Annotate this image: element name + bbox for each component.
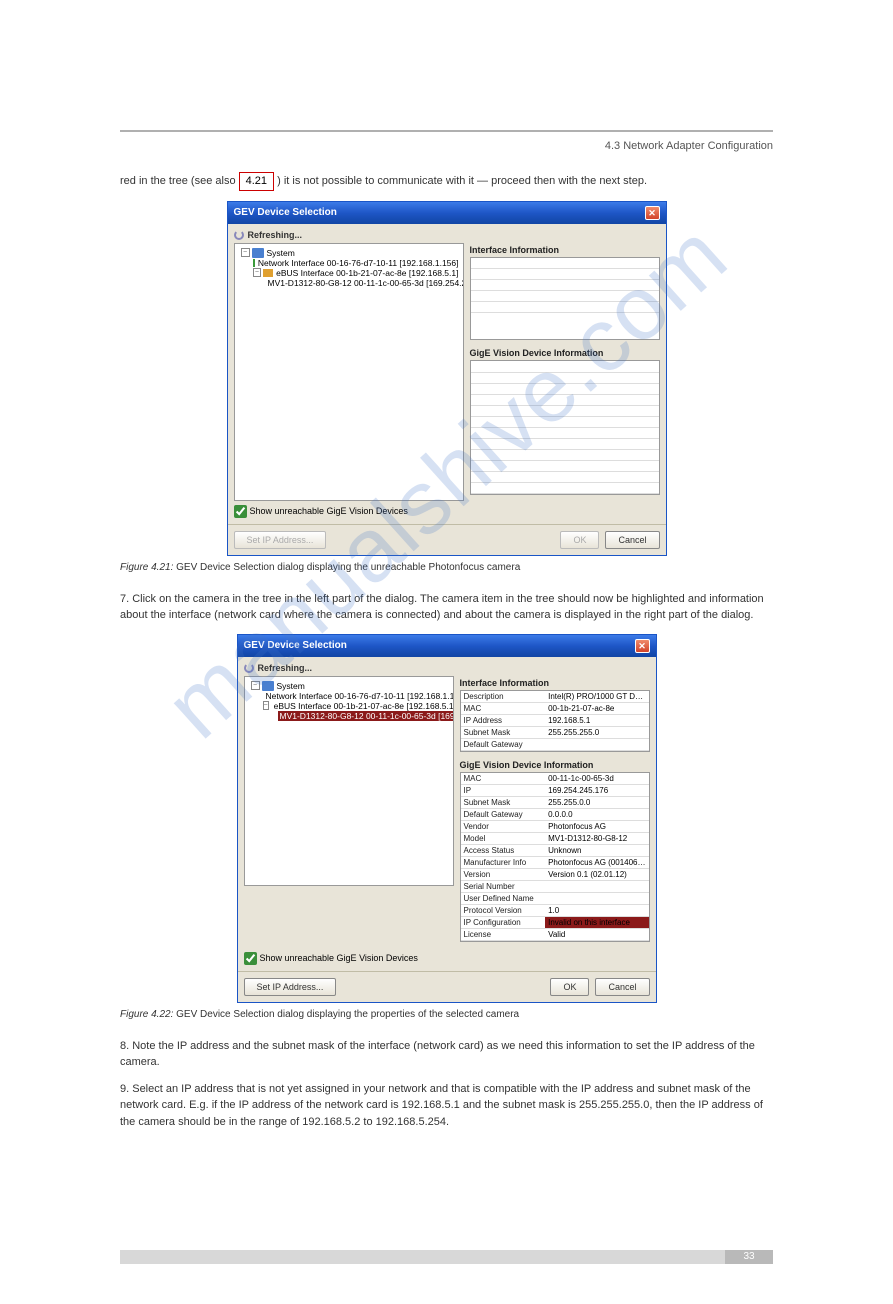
page-number: 33 (725, 1250, 773, 1264)
refreshing-label: Refreshing... (258, 663, 313, 673)
iface-mac: 00-1b-21-07-ac-8e (545, 702, 648, 714)
close-icon[interactable]: ✕ (645, 206, 660, 220)
spinner-icon (244, 663, 254, 673)
gev-dialog-1: GEV Device Selection ✕ Refreshing... − Sy… (227, 201, 667, 556)
dev-protocol: 1.0 (545, 904, 648, 916)
cancel-button[interactable]: Cancel (595, 978, 649, 996)
dev-gateway: 0.0.0.0 (545, 808, 648, 820)
top-rule (120, 130, 773, 132)
show-unreachable-checkbox[interactable] (244, 952, 257, 965)
figure-reference-box: 4.21 (239, 172, 274, 191)
titlebar: GEV Device Selection ✕ (228, 202, 666, 224)
interface-info-header: Interface Information (460, 676, 650, 690)
dev-license: Valid (545, 928, 648, 940)
dev-mac: 00-11-1c-00-65-3d (545, 773, 648, 785)
intro-prefix: red in the tree (see also (120, 175, 239, 187)
system-icon (262, 681, 274, 691)
tree-camera-selected[interactable]: MV1-D1312-80-G8-12 00-11-1c-00-65-3d [16… (278, 711, 454, 721)
tree-system[interactable]: System (277, 681, 305, 691)
refreshing-label: Refreshing... (234, 230, 660, 240)
figure-caption-2: Figure 4.22: GEV Device Selection dialog… (120, 1009, 773, 1020)
dev-access: Unknown (545, 844, 648, 856)
dev-mfr: Photonfocus AG (00140622) (545, 856, 648, 868)
tree-camera[interactable]: MV1-D1312-80-G8-12 00-11-1c-00-65-3d [16… (268, 278, 464, 288)
show-unreachable-label: Show unreachable GigE Vision Devices (250, 506, 408, 516)
dev-version: Version 0.1 (02.01.12) (545, 868, 648, 880)
iface-ip: 192.168.5.1 (545, 714, 648, 726)
close-icon[interactable]: ✕ (635, 639, 650, 653)
tree-nic[interactable]: Network Interface 00-16-76-d7-10-11 [192… (258, 258, 459, 268)
show-unreachable-label: Show unreachable GigE Vision Devices (260, 953, 418, 963)
tree-ebus[interactable]: eBUS Interface 00-1b-21-07-ac-8e [192.16… (274, 701, 454, 711)
device-tree[interactable]: − System Network Interface 00-16-76-d7-10… (244, 676, 454, 886)
spinner-icon (234, 230, 244, 240)
device-info-table: MAC00-11-1c-00-65-3d IP169.254.245.176 S… (461, 773, 649, 941)
tree-ebus[interactable]: eBUS Interface 00-1b-21-07-ac-8e [192.16… (276, 268, 458, 278)
dev-vendor: Photonfocus AG (545, 820, 648, 832)
collapse-icon[interactable]: − (241, 248, 250, 257)
set-ip-button[interactable]: Set IP Address... (244, 978, 337, 996)
interface-info-header: Interface Information (470, 243, 660, 257)
dev-subnet: 255.255.0.0 (545, 796, 648, 808)
show-unreachable-checkbox[interactable] (234, 505, 247, 518)
intro-suffix: ) it is not possible to communicate with… (277, 175, 647, 187)
device-info-box: MAC00-11-1c-00-65-3d IP169.254.245.176 S… (460, 772, 650, 942)
intro-paragraph: red in the tree (see also 4.21 ) it is n… (120, 172, 773, 191)
system-icon (252, 248, 264, 258)
dev-ip: 169.254.245.176 (545, 784, 648, 796)
ok-button: OK (560, 531, 599, 549)
section-heading: 4.3 Network Adapter Configuration (120, 140, 773, 152)
ebus-icon (263, 269, 273, 277)
device-info-empty (470, 360, 660, 495)
dialog-title: GEV Device Selection (234, 207, 337, 218)
footer-bar: 33 (120, 1250, 773, 1264)
ok-button[interactable]: OK (550, 978, 589, 996)
dev-username (545, 892, 648, 904)
device-info-header: GigE Vision Device Information (470, 346, 660, 360)
figure-caption-1: Figure 4.21: GEV Device Selection dialog… (120, 562, 773, 573)
device-info-header: GigE Vision Device Information (460, 758, 650, 772)
collapse-icon[interactable]: − (251, 681, 260, 690)
dev-serial (545, 880, 648, 892)
step-9: 9. Select an IP address that is not yet … (120, 1081, 773, 1131)
device-tree[interactable]: − System Network Interface 00-16-76-d7-10… (234, 243, 464, 501)
dev-ipconfig: Invalid on this interface (545, 916, 648, 928)
collapse-icon[interactable]: − (263, 701, 269, 710)
interface-info-table: DescriptionIntel(R) PRO/1000 GT Desktop … (461, 691, 649, 751)
nic-icon (253, 259, 255, 267)
interface-info-box: DescriptionIntel(R) PRO/1000 GT Desktop … (460, 690, 650, 752)
dev-model: MV1-D1312-80-G8-12 (545, 832, 648, 844)
iface-description: Intel(R) PRO/1000 GT Desktop Adap... (545, 691, 648, 703)
tree-system[interactable]: System (267, 248, 295, 258)
tree-nic[interactable]: Network Interface 00-16-76-d7-10-11 [192… (266, 691, 454, 701)
collapse-icon[interactable]: − (253, 268, 262, 277)
gev-dialog-2: GEV Device Selection ✕ Refreshing... − Sy… (237, 634, 657, 1003)
set-ip-button: Set IP Address... (234, 531, 327, 549)
step-8: 8. Note the IP address and the subnet ma… (120, 1038, 773, 1071)
step-7: 7. Click on the camera in the tree in th… (120, 591, 773, 624)
iface-gateway (545, 738, 648, 750)
cancel-button[interactable]: Cancel (605, 531, 659, 549)
interface-info-empty (470, 257, 660, 341)
dialog-title: GEV Device Selection (244, 640, 347, 651)
iface-subnet: 255.255.255.0 (545, 726, 648, 738)
